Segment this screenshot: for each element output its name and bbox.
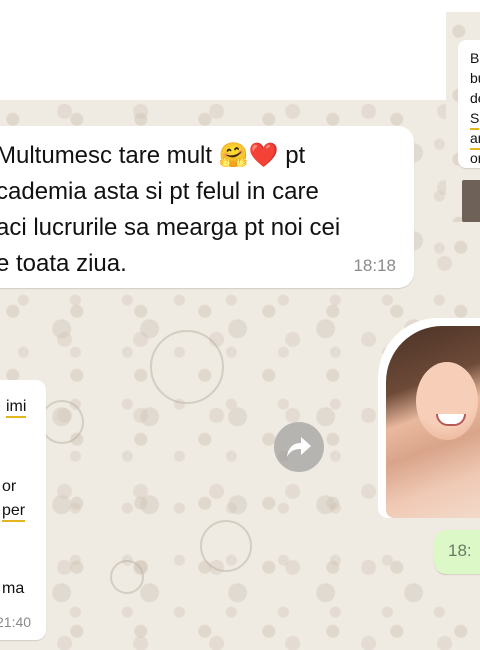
wallpaper-doodle bbox=[200, 520, 252, 572]
message-text-fragment: de bbox=[470, 90, 480, 106]
message-line: Multumesc tare mult 🤗❤️ pt bbox=[0, 138, 340, 174]
message-text: Multumesc tare mult 🤗❤️ pt cademia asta … bbox=[0, 138, 340, 282]
wallpaper-doodle bbox=[150, 330, 224, 404]
wallpaper-doodle bbox=[110, 560, 144, 594]
sticker-photo[interactable] bbox=[378, 318, 480, 518]
message-timestamp: 18:18 bbox=[353, 256, 396, 275]
message-line: e toata ziua. bbox=[0, 250, 127, 277]
media-thumbnail[interactable] bbox=[462, 180, 480, 222]
top-blank-area bbox=[0, 0, 480, 100]
message-text-fragment: or bbox=[2, 478, 17, 495]
message-text-fragment: S bbox=[470, 108, 480, 130]
message-timestamp: 21:40 bbox=[0, 614, 32, 630]
message-text-fragment: ma bbox=[2, 580, 25, 597]
heart-emoji-icon: ❤️ bbox=[248, 142, 279, 169]
incoming-message-bubble[interactable]: Multumesc tare mult 🤗❤️ pt cademia asta … bbox=[0, 126, 414, 288]
message-line-text: Multumesc tare mult bbox=[0, 142, 213, 169]
message-line: aci lucrurile sa mearga pt noi cei bbox=[0, 214, 341, 241]
outgoing-message-bubble[interactable]: 18: bbox=[434, 530, 480, 574]
message-text-fragment: bu bbox=[470, 70, 480, 86]
forward-icon bbox=[287, 437, 311, 457]
message-line: cademia asta si pt felul in care bbox=[0, 178, 319, 205]
sticker-face bbox=[416, 362, 478, 440]
message-text-fragment: per bbox=[2, 502, 26, 522]
hug-emoji-icon: 🤗 bbox=[218, 142, 249, 169]
message-text-fragment: imi bbox=[6, 398, 27, 418]
message-timestamp: 18: bbox=[448, 541, 472, 560]
message-text-fragment: B bbox=[470, 50, 480, 66]
forward-button[interactable] bbox=[274, 422, 324, 472]
message-text-fragment: or bbox=[470, 150, 480, 166]
incoming-message-bubble-right[interactable]: B bu de S ar or bbox=[458, 40, 480, 168]
incoming-message-bubble-left[interactable]: imi or per ma 21:40 bbox=[0, 380, 46, 640]
wallpaper-doodle bbox=[40, 400, 84, 444]
message-line-text: pt bbox=[285, 142, 306, 169]
message-text-fragment: ar bbox=[470, 128, 480, 150]
